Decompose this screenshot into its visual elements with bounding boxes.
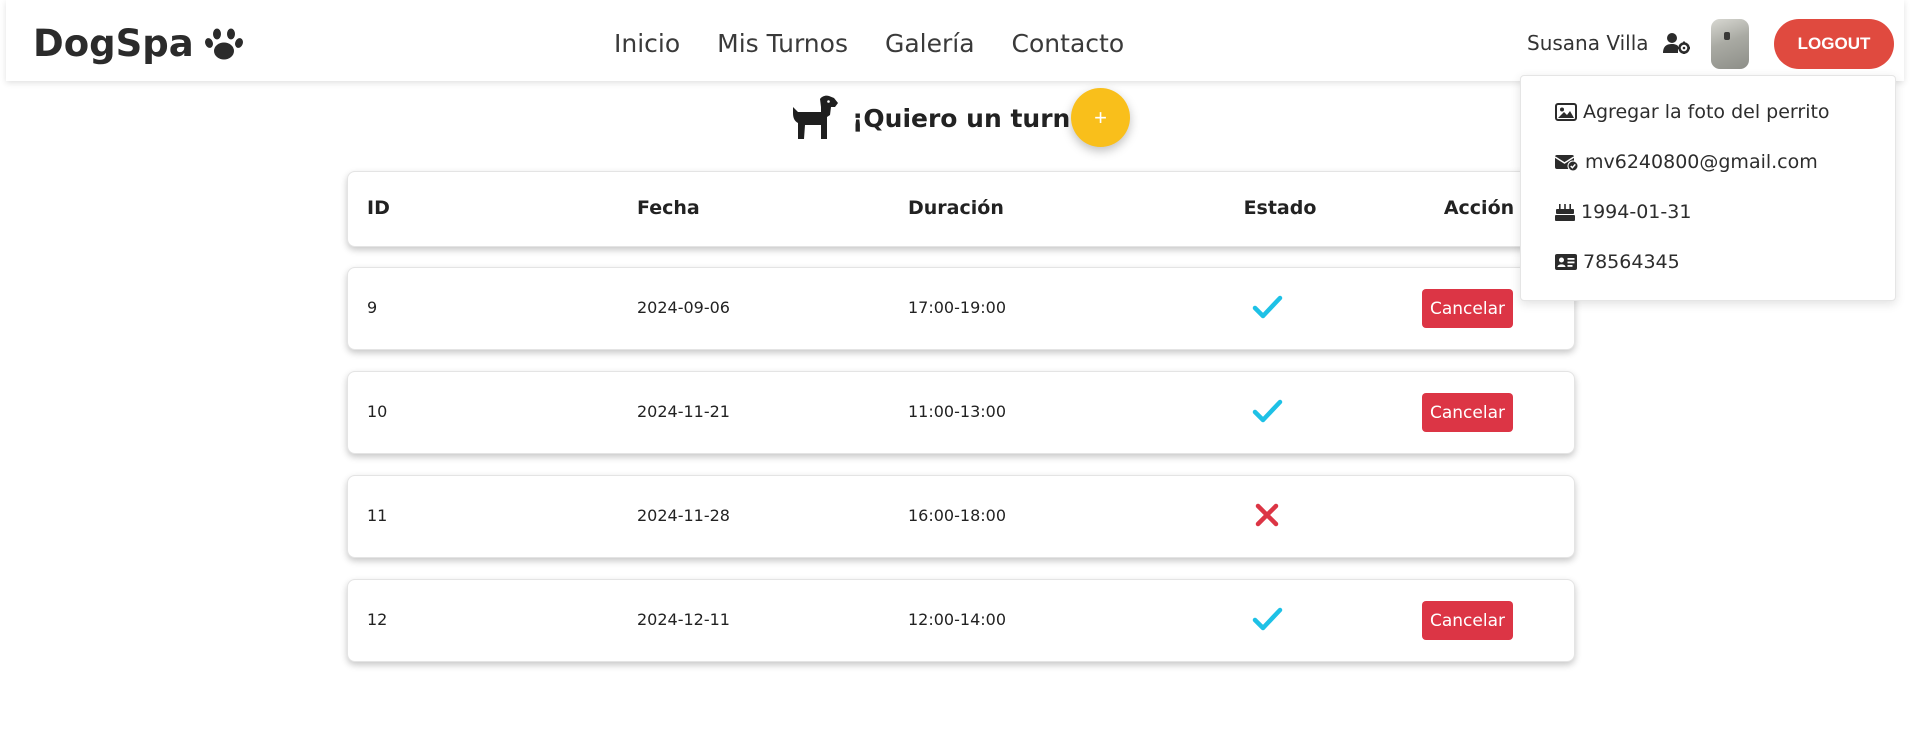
nav-galeria[interactable]: Galería (885, 27, 975, 61)
user-gear-icon[interactable] (1663, 32, 1690, 54)
table-row: 12 2024-12-11 12:00-14:00 Cancelar (347, 579, 1575, 662)
header-id: ID (367, 197, 390, 219)
table-header: ID Fecha Duración Estado Acción (347, 171, 1575, 247)
table-row: 9 2024-09-06 17:00-19:00 Cancelar (347, 267, 1575, 350)
dropdown-birthdate-label: 1994-01-31 (1581, 201, 1692, 223)
row-fecha: 2024-11-21 (637, 402, 730, 421)
header-accion: Acción (1443, 197, 1515, 219)
cancel-button[interactable]: Cancelar (1422, 289, 1513, 328)
dropdown-add-photo-label: Agregar la foto del perrito (1583, 101, 1830, 123)
row-fecha: 2024-12-11 (637, 610, 730, 629)
username[interactable]: Susana Villa (1527, 31, 1649, 55)
row-duracion: 11:00-13:00 (908, 402, 1006, 421)
row-duracion: 16:00-18:00 (908, 506, 1006, 525)
row-fecha: 2024-11-28 (637, 506, 730, 525)
row-id: 10 (367, 402, 388, 421)
row-duracion: 17:00-19:00 (908, 298, 1006, 317)
dropdown-id-label: 78564345 (1583, 251, 1680, 273)
user-dropdown: Agregar la foto del perrito mv6240800@gm… (1520, 75, 1896, 301)
x-mark-icon (1255, 503, 1279, 527)
check-icon (1252, 399, 1283, 423)
id-card-icon (1555, 254, 1577, 270)
row-id: 11 (367, 506, 388, 525)
main-nav: Inicio Mis Turnos Galería Contacto (614, 27, 1161, 61)
logout-button[interactable]: LOGOUT (1774, 19, 1894, 69)
cancel-button[interactable]: Cancelar (1422, 393, 1513, 432)
navbar: DogSpa Inicio Mis Turnos Galería Contact… (6, 0, 1904, 81)
add-appointment-button[interactable]: + (1071, 88, 1130, 147)
header-duracion: Duración (908, 197, 1004, 219)
nav-mis-turnos[interactable]: Mis Turnos (717, 27, 848, 61)
brand[interactable]: DogSpa (33, 22, 244, 65)
header-estado: Estado (1243, 197, 1317, 219)
dropdown-birthdate: 1994-01-31 (1555, 201, 1691, 223)
dropdown-id: 78564345 (1555, 251, 1680, 273)
dog-icon (793, 95, 838, 139)
avatar[interactable] (1711, 19, 1749, 69)
table-row: 11 2024-11-28 16:00-18:00 (347, 475, 1575, 558)
row-fecha: 2024-09-06 (637, 298, 730, 317)
birthday-cake-icon (1555, 204, 1575, 221)
row-id: 9 (367, 298, 378, 317)
dropdown-email-label: mv6240800@gmail.com (1585, 151, 1818, 173)
cancel-button[interactable]: Cancelar (1422, 601, 1513, 640)
nav-contacto[interactable]: Contacto (1012, 27, 1125, 61)
new-appointment-hero: ¡Quiero un turno! (790, 88, 1099, 148)
row-id: 12 (367, 610, 388, 629)
hero-title: ¡Quiero un turno! (852, 103, 1099, 133)
check-icon (1252, 607, 1283, 631)
paw-icon (204, 28, 243, 59)
envelope-check-icon (1555, 155, 1579, 171)
nav-inicio[interactable]: Inicio (614, 27, 680, 61)
dropdown-email: mv6240800@gmail.com (1555, 151, 1818, 173)
brand-name: DogSpa (33, 22, 194, 65)
header-fecha: Fecha (637, 197, 700, 219)
dropdown-add-photo[interactable]: Agregar la foto del perrito (1555, 101, 1830, 123)
row-duracion: 12:00-14:00 (908, 610, 1006, 629)
table-row: 10 2024-11-21 11:00-13:00 Cancelar (347, 371, 1575, 454)
check-icon (1252, 295, 1283, 319)
image-icon (1555, 103, 1577, 121)
